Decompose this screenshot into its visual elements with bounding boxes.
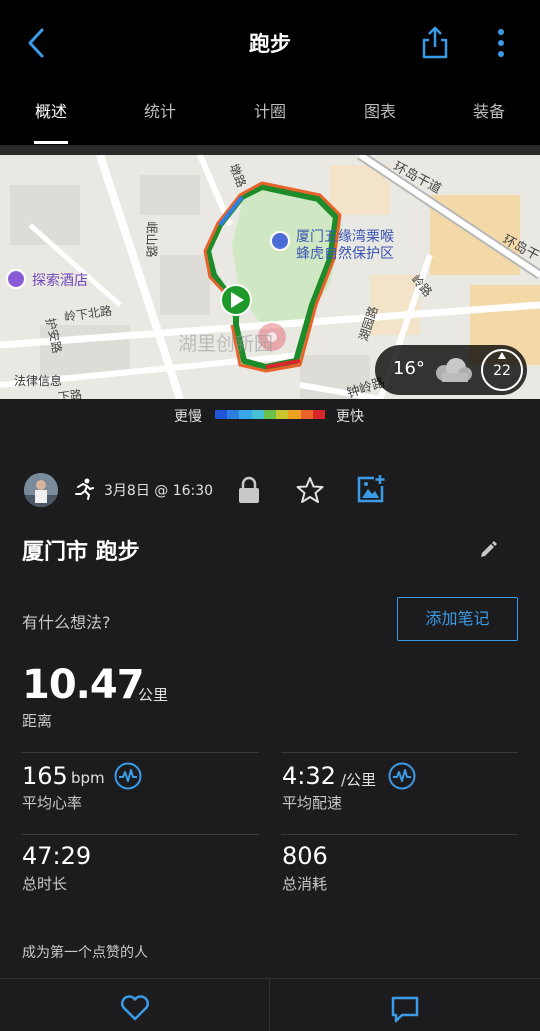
pace-color-swatch [288, 410, 301, 419]
comment-icon[interactable] [390, 995, 420, 1023]
page-title: 跑步 [249, 32, 291, 56]
calories-value: 806 [282, 842, 328, 870]
divider [22, 834, 259, 835]
tab-bar: 概述 统计 计圈 图表 装备 [0, 92, 540, 142]
heart-icon[interactable] [120, 995, 150, 1021]
duration-label: 总时长 [22, 875, 68, 893]
cloud-icon [430, 357, 474, 383]
tab-overview[interactable]: 概述 [11, 98, 91, 122]
divider [281, 752, 518, 753]
divider [0, 145, 540, 155]
pace-color-swatch [300, 410, 313, 419]
tab-laps[interactable]: 计圈 [230, 98, 310, 122]
pencil-icon[interactable] [478, 540, 498, 560]
weather-badge[interactable]: 16° 22 [375, 345, 527, 395]
activity-date: 3月8日 @ 16:30 [104, 483, 214, 499]
tab-gear[interactable]: 装备 [449, 98, 529, 122]
pace-value: 4:32 [282, 762, 336, 790]
star-icon[interactable] [296, 476, 324, 504]
park-poi-icon[interactable] [270, 231, 290, 251]
likes-text: 成为第一个点赞的人 [22, 945, 148, 961]
distance-unit: 公里 [138, 686, 169, 704]
lock-icon[interactable] [238, 476, 260, 504]
heart-rate-label: 平均心率 [22, 794, 83, 812]
add-note-button[interactable]: 添加笔记 [397, 597, 518, 641]
pace-color-swatch [276, 410, 289, 419]
pace-label: 平均配速 [282, 794, 343, 812]
heart-rate-value: 165 [22, 762, 68, 790]
running-icon [74, 478, 94, 500]
top-bar: 跑步 概述 统计 计圈 图表 装备 [0, 0, 540, 145]
pace-color-swatch [215, 410, 228, 419]
map-watermark: 湖里创新园 [178, 333, 274, 355]
heart-rate-unit: bpm [71, 769, 105, 787]
divider [22, 752, 259, 753]
hotel-label: 探索酒店 [32, 273, 88, 289]
bottom-action-bar [0, 978, 540, 1031]
road-label: 岷山路 [144, 221, 159, 258]
route-map[interactable]: 厦门五缘湾栗喉 蜂虎自然保护区 探索酒店 环岛干道 环岛干 岷山路 岭下北路 护… [0, 155, 540, 399]
activity-title: 厦门市 跑步 [22, 540, 140, 565]
legend-slow-label: 更慢 [174, 409, 202, 425]
add-photo-icon[interactable] [356, 474, 386, 504]
pace-unit: /公里 [341, 771, 377, 789]
pace-color-swatch [227, 410, 240, 419]
activity-meta-row: 3月8日 @ 16:30 [0, 470, 540, 510]
weather-temperature: 16° [393, 358, 425, 379]
thoughts-prompt: 有什么想法? [22, 613, 111, 632]
distance-label: 距离 [22, 712, 53, 730]
pace-color-swatch [312, 410, 325, 419]
pace-color-swatch [239, 410, 252, 419]
wind-indicator: 22 [481, 349, 523, 391]
pulse-icon[interactable] [114, 762, 142, 790]
law-info-link[interactable]: 法律信息 [14, 372, 62, 389]
pace-color-swatch [263, 410, 277, 419]
legend-fast-label: 更快 [336, 409, 364, 425]
divider [281, 834, 518, 835]
tab-stats[interactable]: 统计 [120, 98, 200, 122]
more-vertical-icon[interactable] [490, 26, 512, 60]
avatar[interactable] [24, 473, 58, 507]
calories-label: 总消耗 [282, 875, 328, 893]
pace-color-swatch [251, 410, 264, 419]
pulse-icon[interactable] [388, 762, 416, 790]
distance-value: 10.47 [22, 662, 145, 708]
active-tab-indicator [34, 141, 68, 144]
wind-speed: 22 [493, 363, 511, 379]
share-icon[interactable] [420, 24, 450, 60]
tab-charts[interactable]: 图表 [340, 98, 420, 122]
hotel-poi-icon[interactable] [6, 269, 26, 289]
divider [269, 979, 270, 1031]
park-label: 厦门五缘湾栗喉 蜂虎自然保护区 [296, 229, 394, 262]
pace-legend: 更慢 更快 [0, 399, 540, 433]
pace-color-scale [215, 410, 325, 419]
duration-value: 47:29 [22, 842, 92, 870]
